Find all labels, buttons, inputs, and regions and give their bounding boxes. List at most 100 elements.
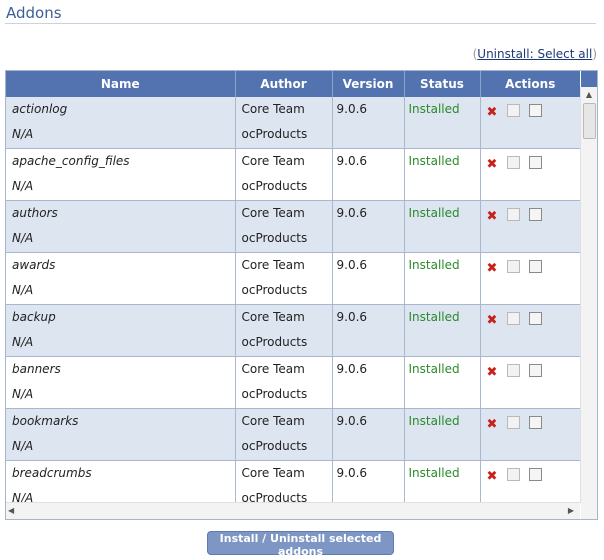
install-checkbox[interactable] xyxy=(506,364,520,377)
uninstall-checkbox[interactable] xyxy=(528,364,542,377)
scroll-left-icon[interactable]: ◀ xyxy=(8,503,14,519)
install-checkbox[interactable] xyxy=(506,104,520,117)
author-cell: Core Team ocProducts xyxy=(235,460,333,503)
uninstall-select-all-link[interactable]: Uninstall: Select all xyxy=(477,47,592,61)
actions-cell: ✖ xyxy=(480,97,580,149)
addon-description: N/A xyxy=(12,335,34,349)
addon-author: Core Team xyxy=(241,466,305,480)
addon-status: Installed xyxy=(408,206,460,220)
uninstall-checkbox[interactable] xyxy=(528,208,542,221)
addon-status: Installed xyxy=(408,466,460,480)
author-cell: Core Team ocProducts xyxy=(235,252,333,305)
delete-x-icon[interactable]: ✖ xyxy=(487,470,499,483)
uninstall-checkbox[interactable] xyxy=(528,416,542,429)
addon-version: 9.0.6 xyxy=(336,102,368,116)
version-cell: 9.0.6 xyxy=(332,304,405,357)
addon-name: actionlog xyxy=(12,102,68,116)
table-row: banners N/A Core Team ocProducts 9.0.6 Instal… xyxy=(6,356,580,409)
page-title: Addons xyxy=(6,4,62,22)
install-checkbox[interactable] xyxy=(506,208,520,221)
delete-x-icon[interactable]: ✖ xyxy=(487,210,499,223)
actions-cell: ✖ xyxy=(480,304,580,357)
name-cell: apache_config_files N/A xyxy=(6,148,236,201)
version-cell: 9.0.6 xyxy=(332,408,405,461)
addon-name: backup xyxy=(12,310,56,324)
actions-cell: ✖ xyxy=(480,252,580,305)
addon-version: 9.0.6 xyxy=(336,154,368,168)
author-cell: Core Team ocProducts xyxy=(235,200,333,253)
actions-cell: ✖ xyxy=(480,356,580,409)
addon-author: Core Team xyxy=(241,414,305,428)
author-cell: Core Team ocProducts xyxy=(235,408,333,461)
addons-grid: Name Author Version Status Actions actio… xyxy=(5,70,598,520)
addon-description: N/A xyxy=(12,283,34,297)
addon-author: Core Team xyxy=(241,362,305,376)
close-paren: ) xyxy=(592,47,597,61)
install-uninstall-button[interactable]: Install / Uninstall selected addons xyxy=(207,531,394,558)
addon-publisher: ocProducts xyxy=(241,127,308,141)
addon-status: Installed xyxy=(408,414,460,428)
version-cell: 9.0.6 xyxy=(332,356,405,409)
delete-x-icon[interactable]: ✖ xyxy=(487,366,499,379)
column-header-name: Name xyxy=(6,71,236,97)
delete-x-icon[interactable]: ✖ xyxy=(487,158,499,171)
install-checkbox[interactable] xyxy=(506,156,520,169)
status-cell: Installed xyxy=(404,460,481,503)
vertical-scrollbar[interactable]: ▲ xyxy=(580,87,597,503)
delete-x-icon[interactable]: ✖ xyxy=(487,106,499,119)
uninstall-checkbox[interactable] xyxy=(528,104,542,117)
addon-publisher: ocProducts xyxy=(241,491,308,503)
actions-cell: ✖ xyxy=(480,408,580,461)
delete-x-icon[interactable]: ✖ xyxy=(487,314,499,327)
uninstall-checkbox[interactable] xyxy=(528,312,542,325)
delete-x-icon[interactable]: ✖ xyxy=(487,418,499,431)
scroll-right-icon[interactable]: ▶ xyxy=(568,503,574,519)
author-cell: Core Team ocProducts xyxy=(235,97,333,149)
addons-table: Name Author Version Status Actions actio… xyxy=(6,71,580,503)
addon-version: 9.0.6 xyxy=(336,362,368,376)
install-checkbox[interactable] xyxy=(506,260,520,273)
addon-author: Core Team xyxy=(241,206,305,220)
addon-name: breadcrumbs xyxy=(12,466,92,480)
addon-status: Installed xyxy=(408,362,460,376)
table-header-row: Name Author Version Status Actions xyxy=(6,71,580,97)
name-cell: authors N/A xyxy=(6,200,236,253)
author-cell: Core Team ocProducts xyxy=(235,304,333,357)
addon-status: Installed xyxy=(408,258,460,272)
install-checkbox[interactable] xyxy=(506,312,520,325)
addon-description: N/A xyxy=(12,439,34,453)
addon-version: 9.0.6 xyxy=(336,310,368,324)
delete-x-icon[interactable]: ✖ xyxy=(487,262,499,275)
addon-author: Core Team xyxy=(241,102,305,116)
status-cell: Installed xyxy=(404,148,481,201)
install-checkbox[interactable] xyxy=(506,416,520,429)
title-divider xyxy=(5,23,596,24)
version-cell: 9.0.6 xyxy=(332,148,405,201)
scroll-corner xyxy=(581,503,597,519)
version-cell: 9.0.6 xyxy=(332,252,405,305)
uninstall-checkbox[interactable] xyxy=(528,260,542,273)
uninstall-checkbox[interactable] xyxy=(528,468,542,481)
install-checkbox[interactable] xyxy=(506,468,520,481)
author-cell: Core Team ocProducts xyxy=(235,148,333,201)
uninstall-checkbox[interactable] xyxy=(528,156,542,169)
addon-version: 9.0.6 xyxy=(336,258,368,272)
version-cell: 9.0.6 xyxy=(332,97,405,149)
addon-publisher: ocProducts xyxy=(241,179,308,193)
name-cell: banners N/A xyxy=(6,356,236,409)
addon-author: Core Team xyxy=(241,310,305,324)
scroll-up-icon[interactable]: ▲ xyxy=(581,87,597,103)
addon-description: N/A xyxy=(12,387,34,401)
addon-status: Installed xyxy=(408,310,460,324)
addon-description: N/A xyxy=(12,231,34,245)
vertical-scroll-thumb[interactable] xyxy=(583,103,596,139)
name-cell: bookmarks N/A xyxy=(6,408,236,461)
addon-publisher: ocProducts xyxy=(241,283,308,297)
horizontal-scrollbar[interactable]: ◀ ▶ xyxy=(6,502,580,519)
column-header-author: Author xyxy=(235,71,333,97)
addon-author: Core Team xyxy=(241,154,305,168)
table-row: bookmarks N/A Core Team ocProducts 9.0.6 Inst… xyxy=(6,408,580,461)
status-cell: Installed xyxy=(404,408,481,461)
name-cell: breadcrumbs N/A xyxy=(6,460,236,503)
name-cell: actionlog N/A xyxy=(6,97,236,149)
